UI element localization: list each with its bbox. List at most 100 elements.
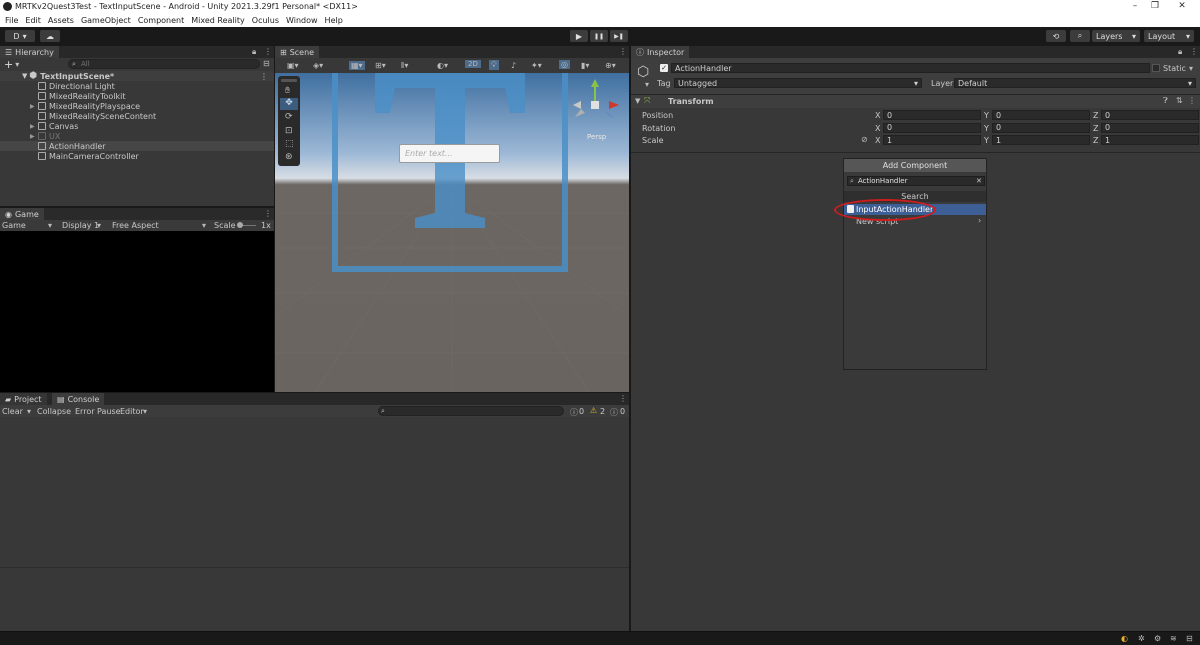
layer-dropdown[interactable]: Default ▾ xyxy=(954,78,1196,88)
mode-2d-toggle[interactable]: 2D xyxy=(465,60,481,68)
static-checkbox[interactable] xyxy=(1152,64,1160,72)
tab-project[interactable]: ▰ Project xyxy=(0,393,47,405)
hand-tool-icon[interactable]: ✋︎ xyxy=(285,86,290,96)
draw-mode-icon[interactable]: ▣▾ xyxy=(287,61,299,70)
layers-stack-icon[interactable]: ≋ xyxy=(1170,634,1177,643)
more-icon[interactable]: ⋮ xyxy=(619,47,627,56)
visibility-icon[interactable]: ◎ xyxy=(559,60,570,69)
tab-scene[interactable]: ⊞ Scene xyxy=(275,46,320,58)
active-checkbox[interactable]: ✓ xyxy=(660,64,668,72)
error-icon[interactable]: ⓘ xyxy=(610,407,618,418)
rotate-tool-icon[interactable]: ⟳ xyxy=(285,112,293,122)
clear-button[interactable]: Clear xyxy=(2,407,23,416)
shading-icon[interactable]: ◈▾ xyxy=(313,61,323,70)
more-icon[interactable]: ⋮ xyxy=(1190,47,1198,56)
audio-icon[interactable]: ♪ xyxy=(511,61,516,70)
hierarchy-item[interactable]: Directional Light xyxy=(0,81,274,91)
display-dropdown[interactable]: Display 1 xyxy=(62,221,99,230)
object-name-field[interactable]: ActionHandler xyxy=(671,63,1150,73)
minimize-icon[interactable]: – xyxy=(1125,1,1145,11)
network-icon[interactable]: ⚙ xyxy=(1154,634,1161,643)
expand-arrow-icon[interactable]: ▶ xyxy=(30,103,38,110)
cloud-button[interactable]: ☁ xyxy=(40,30,60,42)
lighting-icon[interactable]: ◐▾ xyxy=(437,61,448,70)
increment-snap-icon[interactable]: ⫴▾ xyxy=(401,61,408,71)
hierarchy-item[interactable]: ActionHandler xyxy=(0,141,274,151)
hierarchy-item[interactable]: MainCameraController xyxy=(0,151,274,161)
hierarchy-item[interactable]: MixedRealitySceneContent xyxy=(0,111,274,121)
debug-icon[interactable]: ✲ xyxy=(1138,634,1145,643)
layout-dropdown[interactable]: Layout ▾ xyxy=(1144,30,1194,42)
hierarchy-search-input[interactable] xyxy=(68,59,260,69)
transform-y-field[interactable]: 0 xyxy=(992,122,1090,133)
scale-slider-handle[interactable] xyxy=(237,222,243,228)
hierarchy-item[interactable]: ▶ MixedRealityPlayspace xyxy=(0,101,274,111)
lock-icon[interactable]: 🔒︎ xyxy=(1178,47,1182,57)
game-mode-dropdown[interactable]: Game xyxy=(2,221,26,230)
warning-icon[interactable]: ⚠ xyxy=(590,406,597,415)
progress-icon[interactable]: ◐ xyxy=(1121,634,1128,643)
menu-component[interactable]: Component xyxy=(138,16,184,25)
filter-icon[interactable]: ⊟ xyxy=(263,59,270,68)
expand-arrow-icon[interactable]: ▶ xyxy=(30,123,38,130)
more-icon[interactable]: ⋮ xyxy=(264,47,272,56)
more-icon[interactable]: ⋮ xyxy=(260,72,268,81)
transform-tool-icon[interactable]: ⊛ xyxy=(285,152,293,162)
search-button[interactable]: ⌕ xyxy=(1070,30,1090,42)
persp-label[interactable]: Persp xyxy=(587,133,606,141)
add-component-button[interactable]: Add Component xyxy=(844,159,986,172)
move-tool-icon[interactable]: ✥ xyxy=(280,98,298,110)
chevron-down-icon[interactable]: ▾ xyxy=(645,80,649,89)
menu-gameobject[interactable]: GameObject xyxy=(81,16,131,25)
menu-help[interactable]: Help xyxy=(325,16,343,25)
help-icon[interactable]: ❓︎ xyxy=(1163,96,1168,106)
snap-icon[interactable]: ⊞▾ xyxy=(375,61,386,70)
chevron-down-icon[interactable]: ▾ xyxy=(27,407,31,416)
effects-icon[interactable]: ✦▾ xyxy=(531,61,542,70)
transform-z-field[interactable]: 0 xyxy=(1101,110,1199,120)
transform-z-field[interactable]: 0 xyxy=(1101,122,1199,133)
rect-tool-icon[interactable]: ⬚ xyxy=(285,139,294,149)
editor-dropdown[interactable]: Editor xyxy=(120,407,144,416)
close-icon[interactable]: ✕ xyxy=(1172,1,1192,11)
maximize-icon[interactable]: ❐ xyxy=(1145,1,1165,11)
menu-edit[interactable]: Edit xyxy=(25,16,41,25)
cache-icon[interactable]: ⊟ xyxy=(1186,634,1193,643)
grid-snap-icon[interactable]: ▦▾ xyxy=(349,61,365,70)
menu-assets[interactable]: Assets xyxy=(48,16,74,25)
orientation-gizmo[interactable] xyxy=(571,79,621,131)
tab-inspector[interactable]: ⓘ Inspector xyxy=(631,46,690,58)
text-input-field[interactable]: Enter text... xyxy=(399,144,500,163)
tag-dropdown[interactable]: Untagged ▾ xyxy=(674,78,922,88)
settings-icon[interactable]: ⇅ xyxy=(1176,96,1183,105)
more-icon[interactable]: ⋮ xyxy=(264,209,272,218)
aspect-dropdown[interactable]: Free Aspect xyxy=(112,221,159,230)
collapse-button[interactable]: Collapse xyxy=(37,407,71,416)
light-toggle-icon[interactable]: 💡︎ xyxy=(489,60,499,70)
chevron-down-icon[interactable]: ▾ xyxy=(1189,64,1193,73)
transform-y-field[interactable]: 1 xyxy=(992,135,1090,145)
lock-icon[interactable]: 🔒︎ xyxy=(252,47,256,57)
transform-y-field[interactable]: 0 xyxy=(992,110,1090,120)
more-icon[interactable]: ⋮ xyxy=(619,394,627,403)
clear-search-icon[interactable]: ✕ xyxy=(976,177,982,185)
menu-oculus[interactable]: Oculus xyxy=(252,16,279,25)
expand-arrow-icon[interactable]: ▼ xyxy=(22,72,27,80)
expand-arrow-icon[interactable]: ▶ xyxy=(30,133,38,140)
transform-x-field[interactable]: 0 xyxy=(883,122,981,133)
scale-tool-icon[interactable]: ⊡ xyxy=(285,126,293,136)
chevron-down-icon[interactable]: ▾ xyxy=(15,60,19,69)
palette-handle[interactable] xyxy=(281,79,297,82)
component-search-input[interactable]: ⌕ ActionHandler ✕ xyxy=(847,176,985,186)
transform-z-field[interactable]: 1 xyxy=(1101,135,1199,145)
play-button[interactable]: ▶ xyxy=(570,30,588,42)
menu-window[interactable]: Window xyxy=(286,16,318,25)
tab-game[interactable]: ◉ Game xyxy=(0,208,44,220)
hierarchy-item[interactable]: MixedRealityToolkit xyxy=(0,91,274,101)
transform-header[interactable]: ▼ ⤧ Transform ❓︎ ⇅ ⋮ xyxy=(631,95,1200,108)
scene-row[interactable]: ▼ ⬢ TextInputScene* ⋮ xyxy=(0,71,274,81)
info-icon[interactable]: ⓘ xyxy=(570,407,578,418)
menu-file[interactable]: File xyxy=(5,16,18,25)
hierarchy-item[interactable]: ▶ Canvas xyxy=(0,121,274,131)
link-icon[interactable]: ⊘ xyxy=(861,135,868,144)
